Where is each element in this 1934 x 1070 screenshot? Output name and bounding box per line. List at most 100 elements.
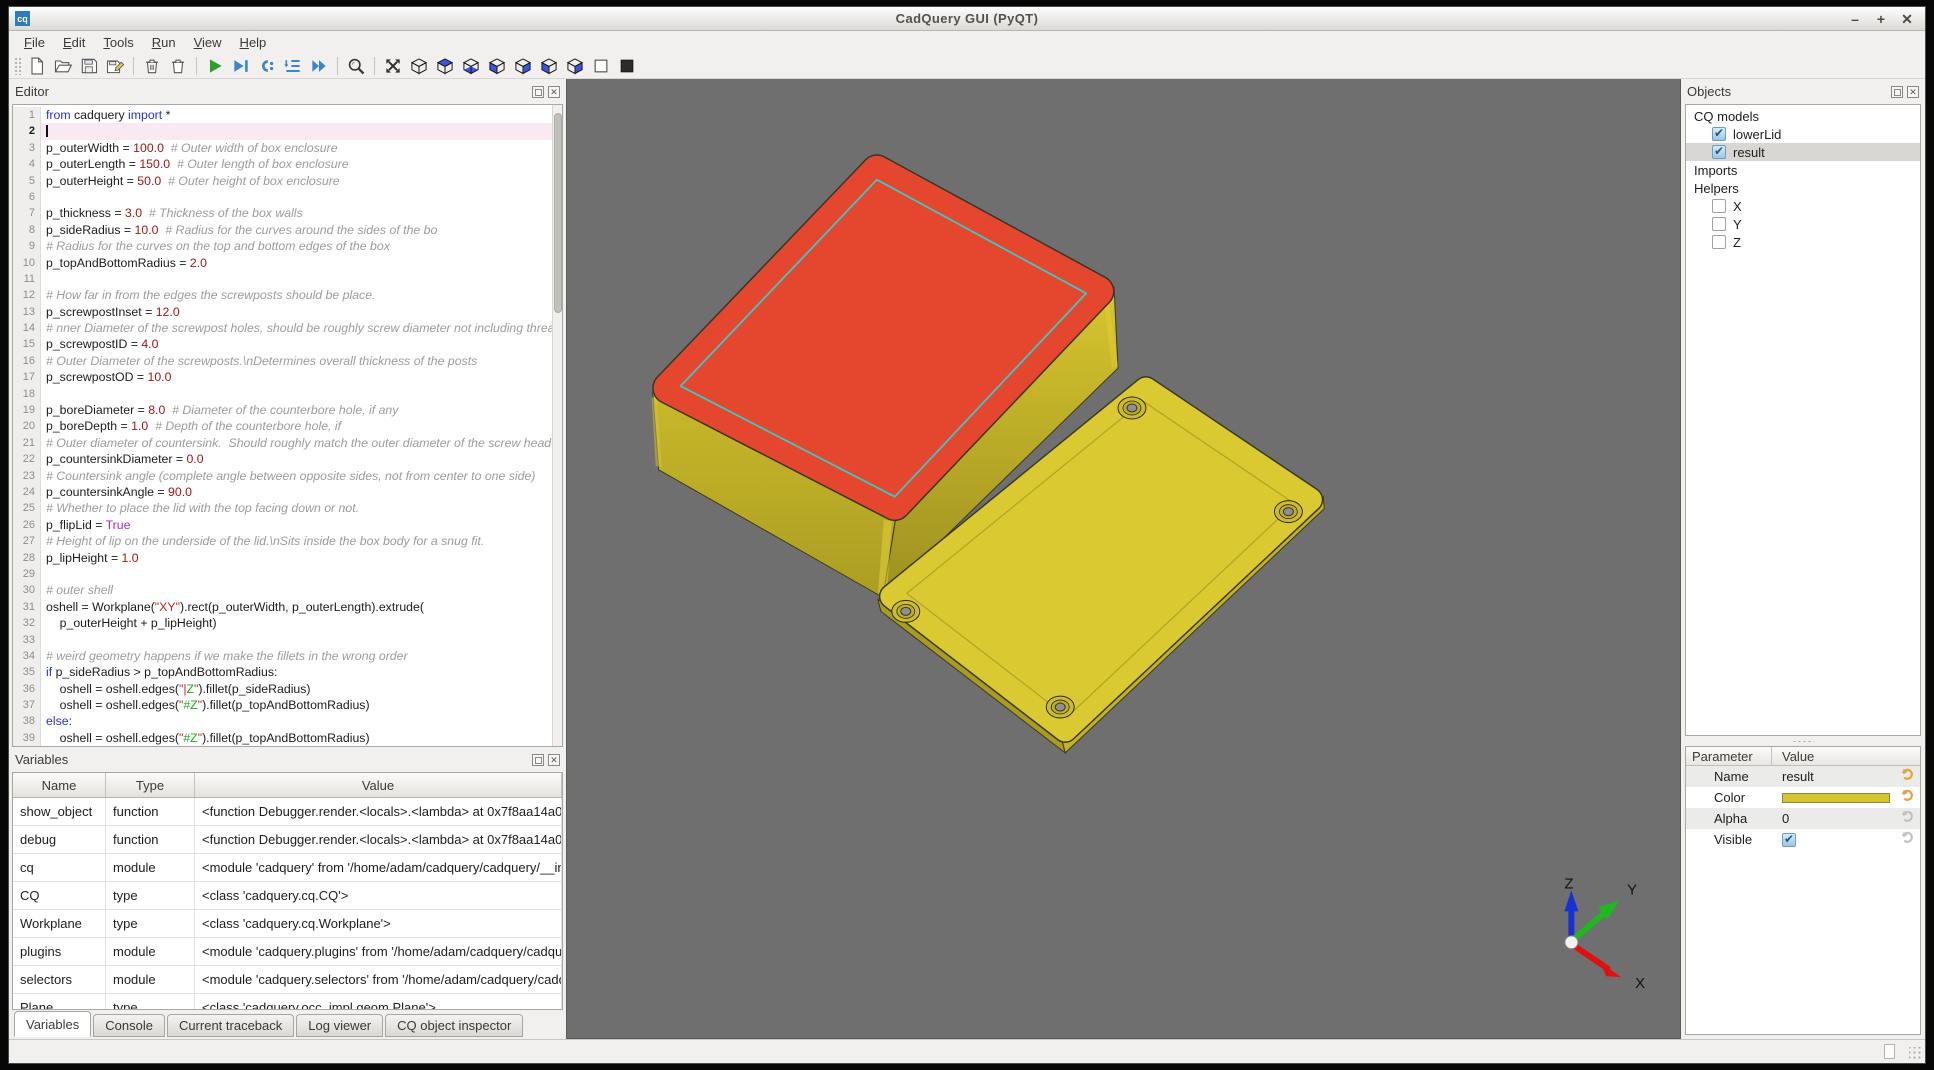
unchecked-checkbox[interactable]: [1712, 235, 1726, 249]
tab-console[interactable]: Console: [93, 1014, 165, 1037]
undo-icon[interactable]: [1900, 767, 1916, 786]
delete-all-icon[interactable]: [165, 54, 191, 78]
run-to-line-icon[interactable]: [228, 54, 254, 78]
code-line[interactable]: 13p_screwpostInset = 12.0: [13, 304, 552, 320]
undo-icon[interactable]: [1900, 809, 1916, 828]
code-line[interactable]: 6: [13, 189, 552, 205]
code-line[interactable]: 34# weird geometry happens if we make th…: [13, 648, 552, 664]
column-header-type[interactable]: Type: [106, 773, 195, 797]
code-line[interactable]: 3p_outerWidth = 100.0 # Outer width of b…: [13, 140, 552, 156]
code-line[interactable]: 29: [13, 566, 552, 582]
tree-item-x[interactable]: X: [1686, 197, 1920, 215]
code-line[interactable]: 21# Outer diameter of countersink. Shoul…: [13, 435, 552, 451]
property-row-color[interactable]: Color: [1686, 787, 1920, 808]
save-as-icon[interactable]: [102, 54, 128, 78]
visible-checkbox[interactable]: [1782, 833, 1796, 847]
tree-item-lowerlid[interactable]: lowerLid: [1686, 125, 1920, 143]
fit-view-icon[interactable]: [380, 54, 406, 78]
table-row[interactable]: Planetype<class 'cadquery.occ_impl.geom.…: [13, 994, 562, 1010]
variables-close-icon[interactable]: ✕: [548, 754, 560, 766]
menu-tools[interactable]: Tools: [94, 33, 142, 52]
continue-icon[interactable]: [306, 54, 332, 78]
editor-close-icon[interactable]: ✕: [548, 86, 560, 98]
shaded-icon[interactable]: [614, 54, 640, 78]
panel-splitter[interactable]: [1681, 736, 1925, 746]
toolbar-drag-handle[interactable]: [14, 57, 21, 75]
tree-item-helpers[interactable]: Helpers: [1686, 179, 1920, 197]
code-line[interactable]: 9# Radius for the curves on the top and …: [13, 238, 552, 254]
menu-help[interactable]: Help: [231, 33, 276, 52]
zoom-icon[interactable]: [343, 54, 369, 78]
code-line[interactable]: 17p_screwpostOD = 10.0: [13, 369, 552, 385]
table-row[interactable]: CQtype<class 'cadquery.cq.CQ'>: [13, 882, 562, 910]
property-value[interactable]: [1772, 833, 1900, 847]
editor-float-icon[interactable]: [532, 86, 544, 98]
checked-checkbox[interactable]: [1712, 145, 1726, 159]
menu-file[interactable]: File: [15, 33, 54, 52]
property-row-visible[interactable]: Visible: [1686, 829, 1920, 850]
cube-top-icon[interactable]: [432, 54, 458, 78]
column-header-name[interactable]: Name: [13, 773, 106, 797]
code-line[interactable]: 10p_topAndBottomRadius = 2.0: [13, 255, 552, 271]
tab-variables[interactable]: Variables: [14, 1011, 91, 1037]
variables-float-icon[interactable]: [532, 754, 544, 766]
resize-grip-icon[interactable]: [1909, 1047, 1922, 1060]
unchecked-checkbox[interactable]: [1712, 217, 1726, 231]
run-icon[interactable]: [202, 54, 228, 78]
minimize-button[interactable]: –: [1847, 11, 1863, 27]
code-line[interactable]: 38else:: [13, 713, 552, 729]
code-line[interactable]: 27# Height of lip on the underside of th…: [13, 533, 552, 549]
objects-float-icon[interactable]: [1891, 86, 1903, 98]
cube-iso-icon[interactable]: [406, 54, 432, 78]
code-line[interactable]: 31oshell = Workplane("XY").rect(p_outerW…: [13, 599, 552, 615]
close-button[interactable]: ✕: [1899, 11, 1915, 27]
tree-item-result[interactable]: result: [1686, 143, 1920, 161]
property-value[interactable]: 0: [1772, 811, 1900, 826]
objects-close-icon[interactable]: ✕: [1907, 86, 1919, 98]
property-row-name[interactable]: Nameresult: [1686, 766, 1920, 787]
step-into-icon[interactable]: [280, 54, 306, 78]
property-value[interactable]: result: [1772, 769, 1900, 784]
title-bar[interactable]: cq CadQuery GUI (PyQT) – + ✕: [9, 7, 1925, 31]
tree-item-y[interactable]: Y: [1686, 215, 1920, 233]
menu-edit[interactable]: Edit: [54, 33, 94, 52]
table-row[interactable]: pluginsmodule<module 'cadquery.plugins' …: [13, 938, 562, 966]
color-swatch[interactable]: [1782, 793, 1890, 803]
code-line[interactable]: 20p_boreDepth = 1.0 # Depth of the count…: [13, 418, 552, 434]
code-line[interactable]: 19p_boreDiameter = 8.0 # Diameter of the…: [13, 402, 552, 418]
3d-viewport[interactable]: Z Y X: [566, 79, 1681, 1039]
unchecked-checkbox[interactable]: [1712, 199, 1726, 213]
tab-log-viewer[interactable]: Log viewer: [296, 1014, 383, 1037]
menu-view[interactable]: View: [185, 33, 231, 52]
code-line[interactable]: 16# Outer Diameter of the screwposts.\nD…: [13, 353, 552, 369]
code-line[interactable]: 26p_flipLid = True: [13, 517, 552, 533]
code-line[interactable]: 8p_sideRadius = 10.0 # Radius for the cu…: [13, 222, 552, 238]
code-line[interactable]: 23# Countersink angle (complete angle be…: [13, 468, 552, 484]
tree-item-cq-models[interactable]: CQ models: [1686, 107, 1920, 125]
code-line[interactable]: 24p_countersinkAngle = 90.0: [13, 484, 552, 500]
code-line[interactable]: 37 oshell = oshell.edges("#Z").fillet(p_…: [13, 697, 552, 713]
step-icon[interactable]: [254, 54, 280, 78]
code-line[interactable]: 5p_outerHeight = 50.0 # Outer height of …: [13, 173, 552, 189]
code-line[interactable]: 11: [13, 271, 552, 287]
code-line[interactable]: 32 p_outerHeight + p_lipHeight): [13, 615, 552, 631]
tab-current-traceback[interactable]: Current traceback: [167, 1014, 294, 1037]
tree-item-imports[interactable]: Imports: [1686, 161, 1920, 179]
save-icon[interactable]: [76, 54, 102, 78]
editor-scrollbar-thumb[interactable]: [554, 113, 562, 313]
editor-scrollbar[interactable]: [552, 105, 562, 746]
cube-bottom-icon[interactable]: [458, 54, 484, 78]
tab-cq-object-inspector[interactable]: CQ object inspector: [385, 1014, 523, 1037]
new-file-icon[interactable]: [24, 54, 50, 78]
cube-left-icon[interactable]: [536, 54, 562, 78]
code-line[interactable]: 39 oshell = oshell.edges("#Z").fillet(p_…: [13, 730, 552, 746]
undo-icon[interactable]: [1900, 830, 1916, 849]
code-line[interactable]: 25# Whether to place the lid with the to…: [13, 500, 552, 516]
code-line[interactable]: 35if p_sideRadius > p_topAndBottomRadius…: [13, 664, 552, 680]
table-row[interactable]: debugfunction<function Debugger.render.<…: [13, 826, 562, 854]
code-editor[interactable]: 1from cadquery import *23p_outerWidth = …: [12, 104, 563, 747]
code-line[interactable]: 15p_screwpostID = 4.0: [13, 336, 552, 352]
maximize-button[interactable]: +: [1873, 11, 1889, 27]
wireframe-icon[interactable]: [588, 54, 614, 78]
menu-run[interactable]: Run: [143, 33, 185, 52]
